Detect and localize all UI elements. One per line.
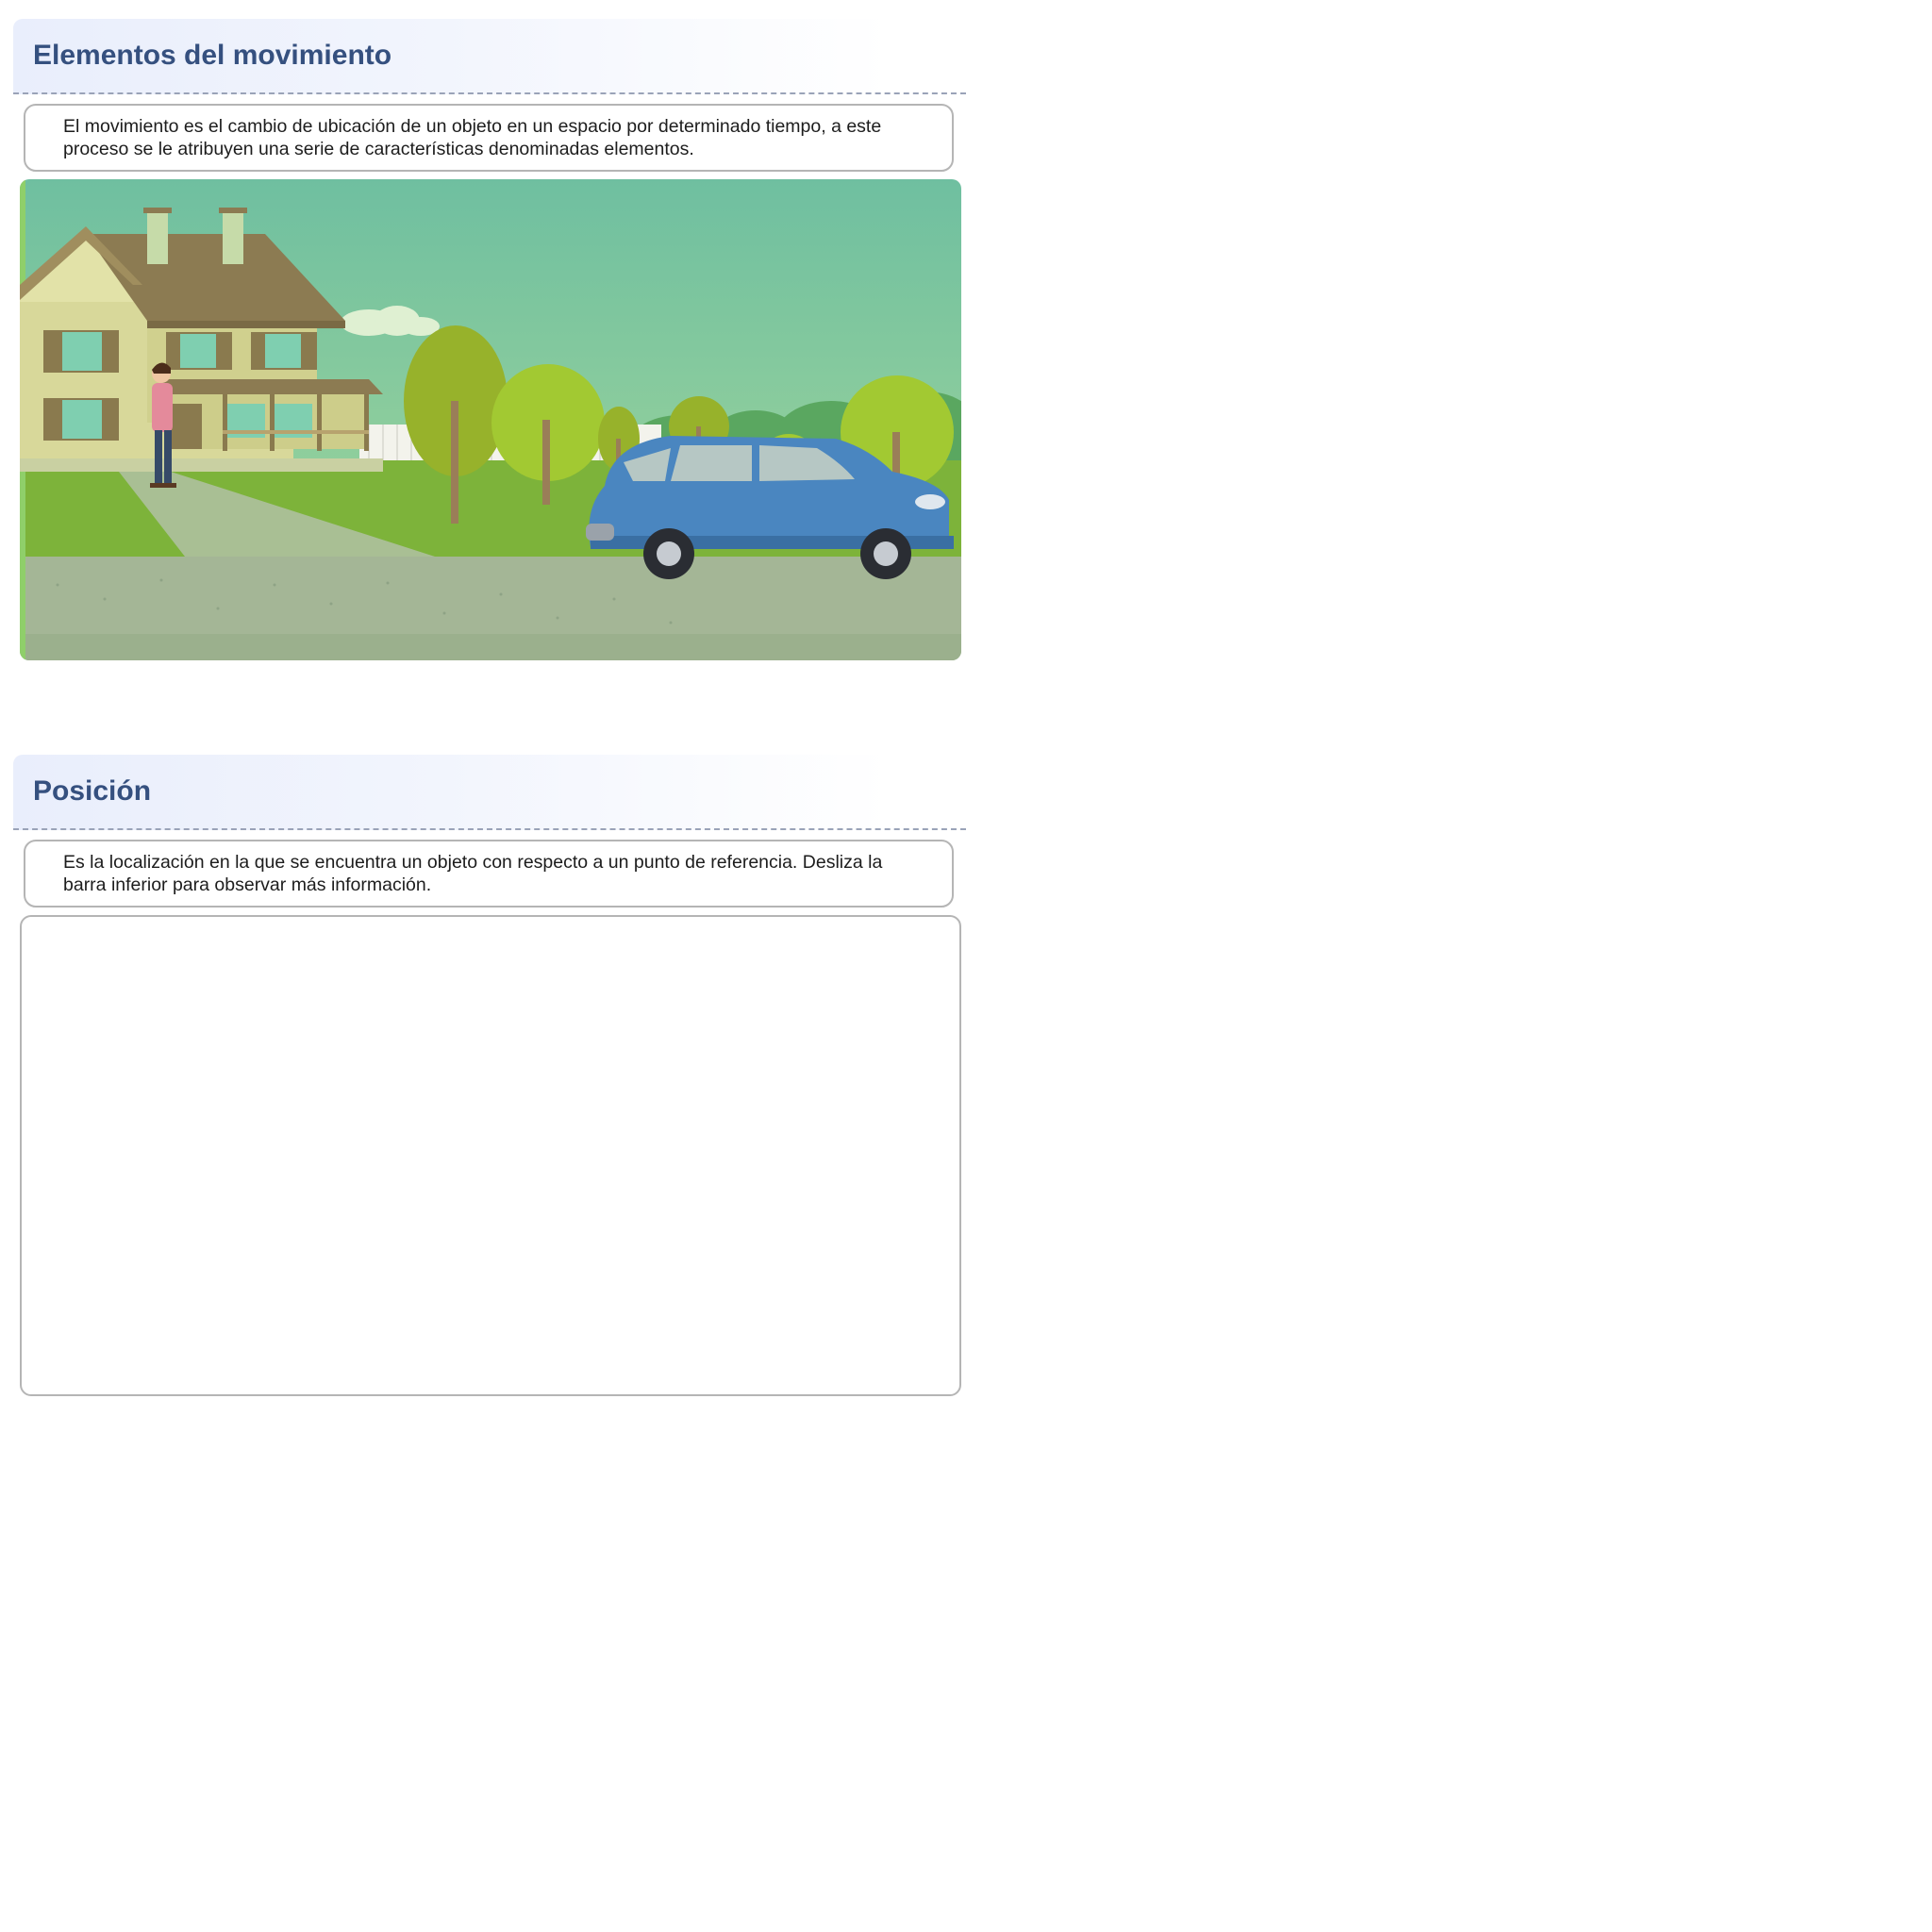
interactive-slider-panel[interactable] (20, 915, 961, 1396)
section-movement-elements: Elementos del movimiento (13, 19, 966, 94)
section-position: Posición (13, 755, 966, 830)
description-box: Es la localización en la que se encuentr… (24, 840, 954, 908)
description-box: El movimiento es el cambio de ubicación … (24, 104, 954, 172)
motion-scene-illustration (20, 179, 961, 660)
section-title: Posición (33, 775, 152, 807)
section-header: Elementos del movimiento (13, 19, 966, 94)
section-title: Elementos del movimiento (33, 40, 392, 71)
section-header: Posición (13, 755, 966, 830)
